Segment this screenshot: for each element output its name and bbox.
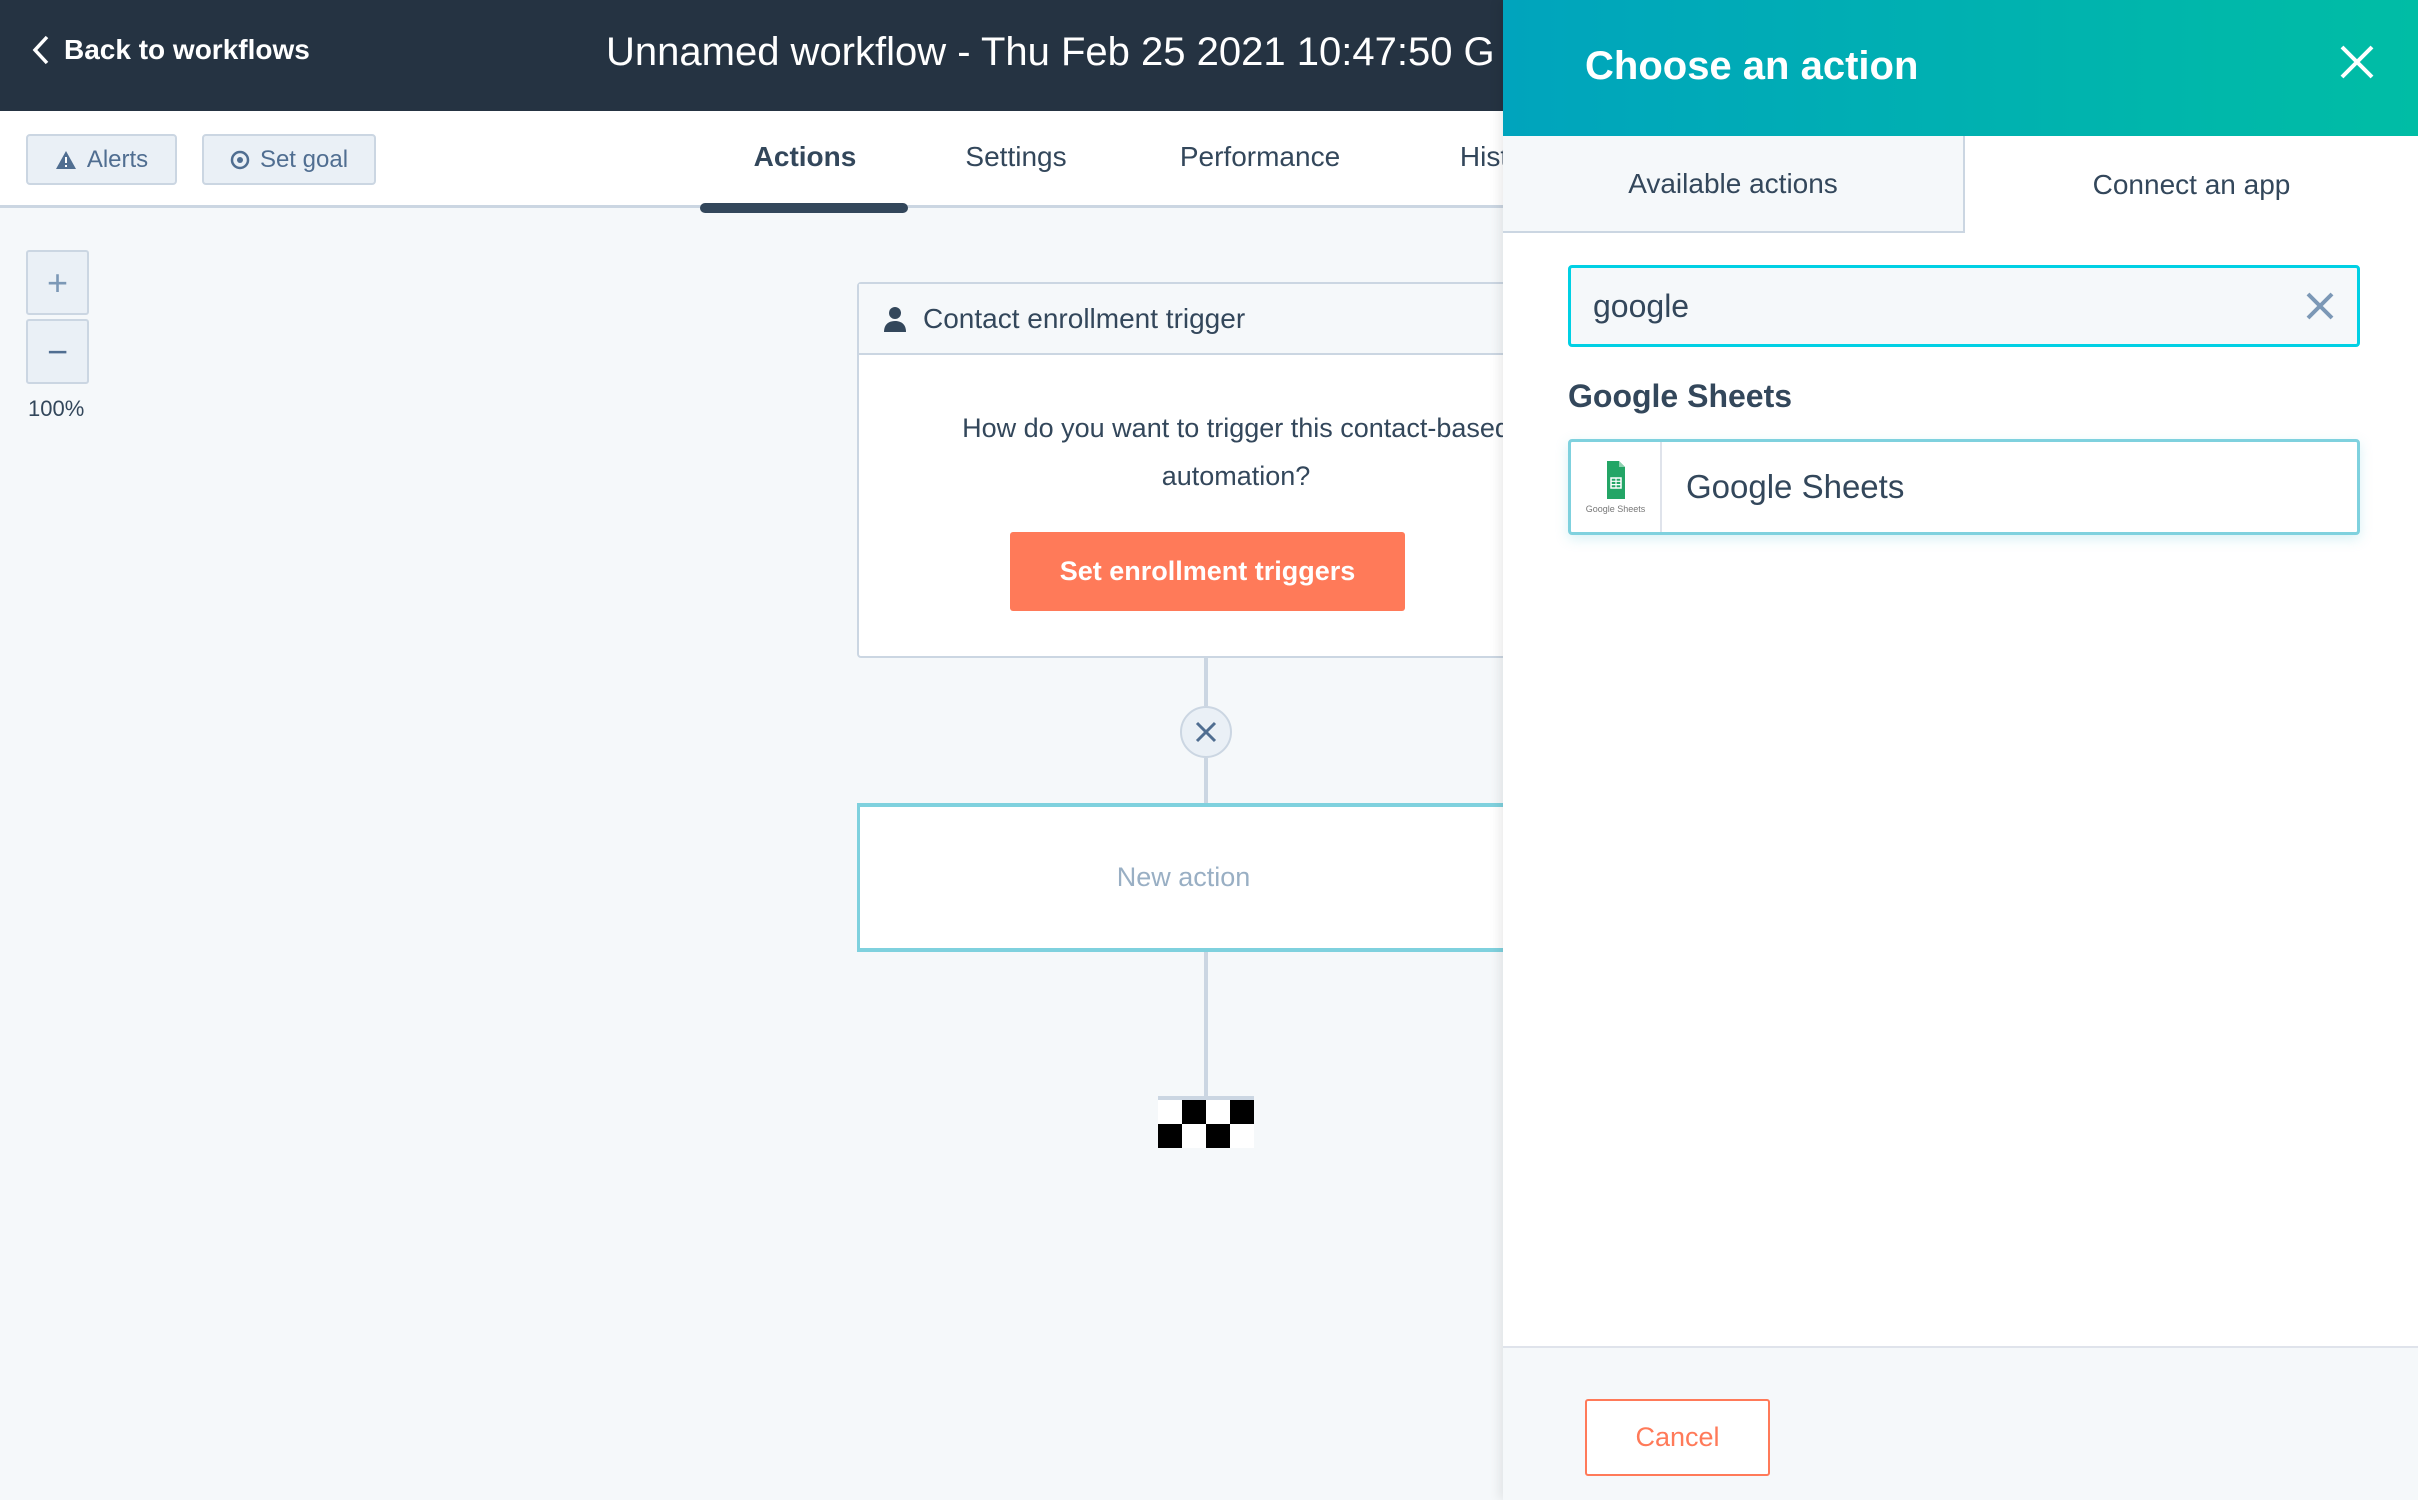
- end-flag-icon: [1158, 1096, 1254, 1148]
- google-sheets-result[interactable]: Google Sheets Google Sheets: [1568, 439, 2360, 535]
- trigger-header: Contact enrollment trigger: [859, 284, 1555, 355]
- tab-actions[interactable]: Actions: [754, 141, 857, 173]
- trigger-question: How do you want to trigger this contact-…: [962, 413, 1510, 491]
- new-action-card[interactable]: New action: [857, 803, 1557, 952]
- zoom-out-button[interactable]: −: [26, 319, 89, 384]
- contact-icon: [884, 306, 906, 332]
- cancel-button[interactable]: Cancel: [1585, 1399, 1770, 1476]
- tab-available-actions[interactable]: Available actions: [1503, 136, 1965, 233]
- chevron-left-icon: [32, 35, 49, 65]
- active-tab-indicator: [700, 203, 908, 213]
- connector-line: [1204, 658, 1208, 706]
- set-goal-label: Set goal: [259, 145, 349, 173]
- warning-icon: [55, 150, 76, 169]
- google-sheets-icon: [1606, 461, 1625, 499]
- set-enrollment-triggers-button[interactable]: Set enrollment triggers: [1010, 532, 1405, 611]
- close-panel-icon[interactable]: [2339, 44, 2375, 80]
- result-group-heading: Google Sheets: [1568, 378, 1793, 414]
- tab-performance[interactable]: Performance: [1180, 141, 1340, 173]
- enrollment-trigger-card[interactable]: Contact enrollment trigger How do you wa…: [857, 282, 1557, 658]
- zoom-level: 100%: [28, 396, 85, 421]
- search-input[interactable]: [1593, 287, 2305, 325]
- delete-action-button[interactable]: [1180, 706, 1232, 758]
- tab-history[interactable]: Hist: [1460, 141, 1508, 173]
- result-name: Google Sheets: [1686, 468, 1905, 505]
- alerts-label: Alerts: [86, 145, 149, 173]
- close-icon: [1195, 721, 1217, 743]
- panel-title: Choose an action: [1585, 44, 1919, 88]
- tab-connect-an-app[interactable]: Connect an app: [1965, 136, 2418, 233]
- connector-line: [1204, 758, 1208, 803]
- connector-line: [1204, 952, 1208, 1098]
- choose-action-panel: Choose an action Available actions Conne…: [1503, 0, 2418, 1500]
- set-goal-button[interactable]: Set goal: [202, 134, 376, 185]
- top-bar: Back to workflows Unnamed workflow - Thu…: [0, 0, 1503, 111]
- logo-caption: Google Sheets: [1585, 504, 1646, 514]
- clear-search-icon[interactable]: [2305, 291, 2335, 321]
- back-label: Back to workflows: [64, 34, 310, 65]
- workflow-title[interactable]: Unnamed workflow - Thu Feb 25 2021 10:47…: [606, 30, 1495, 75]
- app-search-field[interactable]: [1568, 265, 2360, 347]
- toolbar: Alerts Set goal Actions Settings Perform…: [0, 111, 1508, 213]
- panel-footer: Cancel: [1503, 1346, 2418, 1500]
- alerts-button[interactable]: Alerts: [26, 134, 177, 185]
- target-icon: [230, 150, 250, 169]
- tab-settings[interactable]: Settings: [965, 141, 1066, 173]
- panel-header: Choose an action: [1503, 0, 2418, 136]
- zoom-in-button[interactable]: +: [26, 250, 89, 315]
- google-sheets-logo: Google Sheets: [1571, 442, 1662, 532]
- trigger-title: Contact enrollment trigger: [923, 302, 1246, 334]
- back-to-workflows-link[interactable]: Back to workflows: [32, 34, 310, 66]
